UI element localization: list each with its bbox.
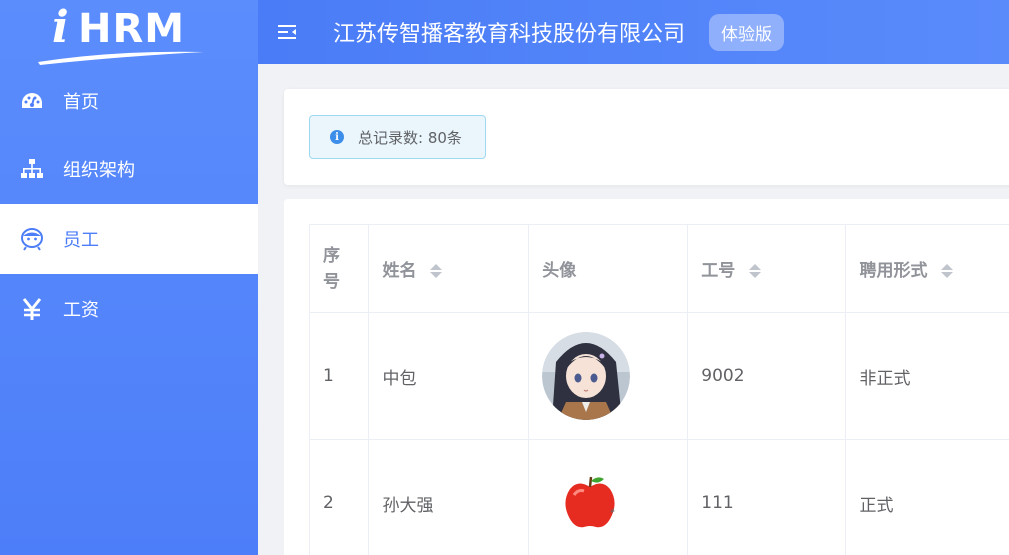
info-icon: i	[330, 130, 344, 144]
column-header-employment-form-label: 聘用形式	[859, 261, 928, 281]
sidebar-item-salary[interactable]: 工资	[0, 274, 258, 344]
top-header: 江苏传智播客教育科技股份有限公司 体验版	[258, 0, 1009, 64]
cell-index: 1	[308, 312, 370, 440]
cell-avatar	[528, 312, 689, 440]
sidebar-item-org[interactable]: 组织架构	[0, 134, 258, 204]
cell-employment-form: 正式	[845, 439, 1009, 555]
cell-name: 孙大强	[368, 439, 530, 555]
sort-caret-icon[interactable]	[749, 264, 762, 278]
cell-index: 2	[308, 439, 370, 555]
column-header-avatar-label: 头像	[542, 261, 577, 281]
table-row[interactable]: 2 孙大强 # 111 正式	[308, 439, 1009, 555]
cell-work-no: 9002	[687, 312, 847, 440]
yen-icon	[20, 297, 44, 321]
employee-face-icon	[20, 227, 44, 251]
column-header-index-line1: 序	[323, 245, 340, 266]
column-header-work-no-label: 工号	[701, 261, 736, 281]
sidebar: i HRM 首页 组织架构 员工 工资	[0, 0, 258, 555]
sort-caret-icon[interactable]	[430, 264, 443, 278]
table-row[interactable]: 1 中包 9002 非正式	[308, 312, 1009, 440]
cell-employment-form: 非正式	[845, 312, 1009, 440]
sidebar-item-label: 组织架构	[63, 160, 135, 181]
apple-avatar[interactable]: #	[560, 473, 620, 533]
trial-badge: 体验版	[709, 13, 785, 51]
sidebar-item-employees[interactable]: 员工	[0, 204, 258, 274]
column-header-work-no[interactable]: 工号	[687, 224, 847, 313]
record-count-text: 总记录数: 80条	[358, 128, 462, 147]
anime-girl-avatar[interactable]	[542, 332, 631, 420]
column-header-name[interactable]: 姓名	[368, 224, 530, 313]
svg-text:#: #	[610, 508, 615, 515]
menu-toggle-icon[interactable]	[278, 22, 298, 42]
sidebar-item-label: 工资	[63, 300, 99, 321]
sort-caret-icon[interactable]	[941, 264, 954, 278]
logo: i HRM	[0, 0, 258, 68]
cell-avatar: #	[528, 439, 689, 555]
record-count-card: i 总记录数: 80条	[284, 89, 1009, 185]
sidebar-item-home[interactable]: 首页	[0, 66, 258, 136]
employee-table: 序 号 姓名 头像 工号 聘用形式 1 中包 9002 非正式 2 孙大强 # …	[308, 224, 1009, 555]
company-name: 江苏传智播客教育科技股份有限公司	[333, 22, 686, 47]
sidebar-item-label: 首页	[63, 92, 99, 113]
logo-swoosh-icon	[38, 51, 204, 65]
cell-work-no: 111	[687, 439, 847, 555]
column-header-employment-form[interactable]: 聘用形式	[845, 224, 1009, 313]
column-header-index-line2: 号	[323, 271, 340, 292]
dashboard-icon	[20, 89, 44, 113]
sidebar-item-label: 员工	[63, 230, 99, 251]
employee-table-card: 序 号 姓名 头像 工号 聘用形式 1 中包 9002 非正式 2 孙大强 # …	[284, 199, 1009, 555]
record-count-alert: i 总记录数: 80条	[309, 115, 486, 159]
column-header-index: 序 号	[308, 224, 370, 313]
column-header-avatar: 头像	[528, 224, 689, 313]
org-chart-icon	[20, 157, 44, 181]
cell-name: 中包	[368, 312, 530, 440]
column-header-name-label: 姓名	[382, 261, 417, 281]
table-header-row: 序 号 姓名 头像 工号 聘用形式	[308, 224, 1009, 313]
